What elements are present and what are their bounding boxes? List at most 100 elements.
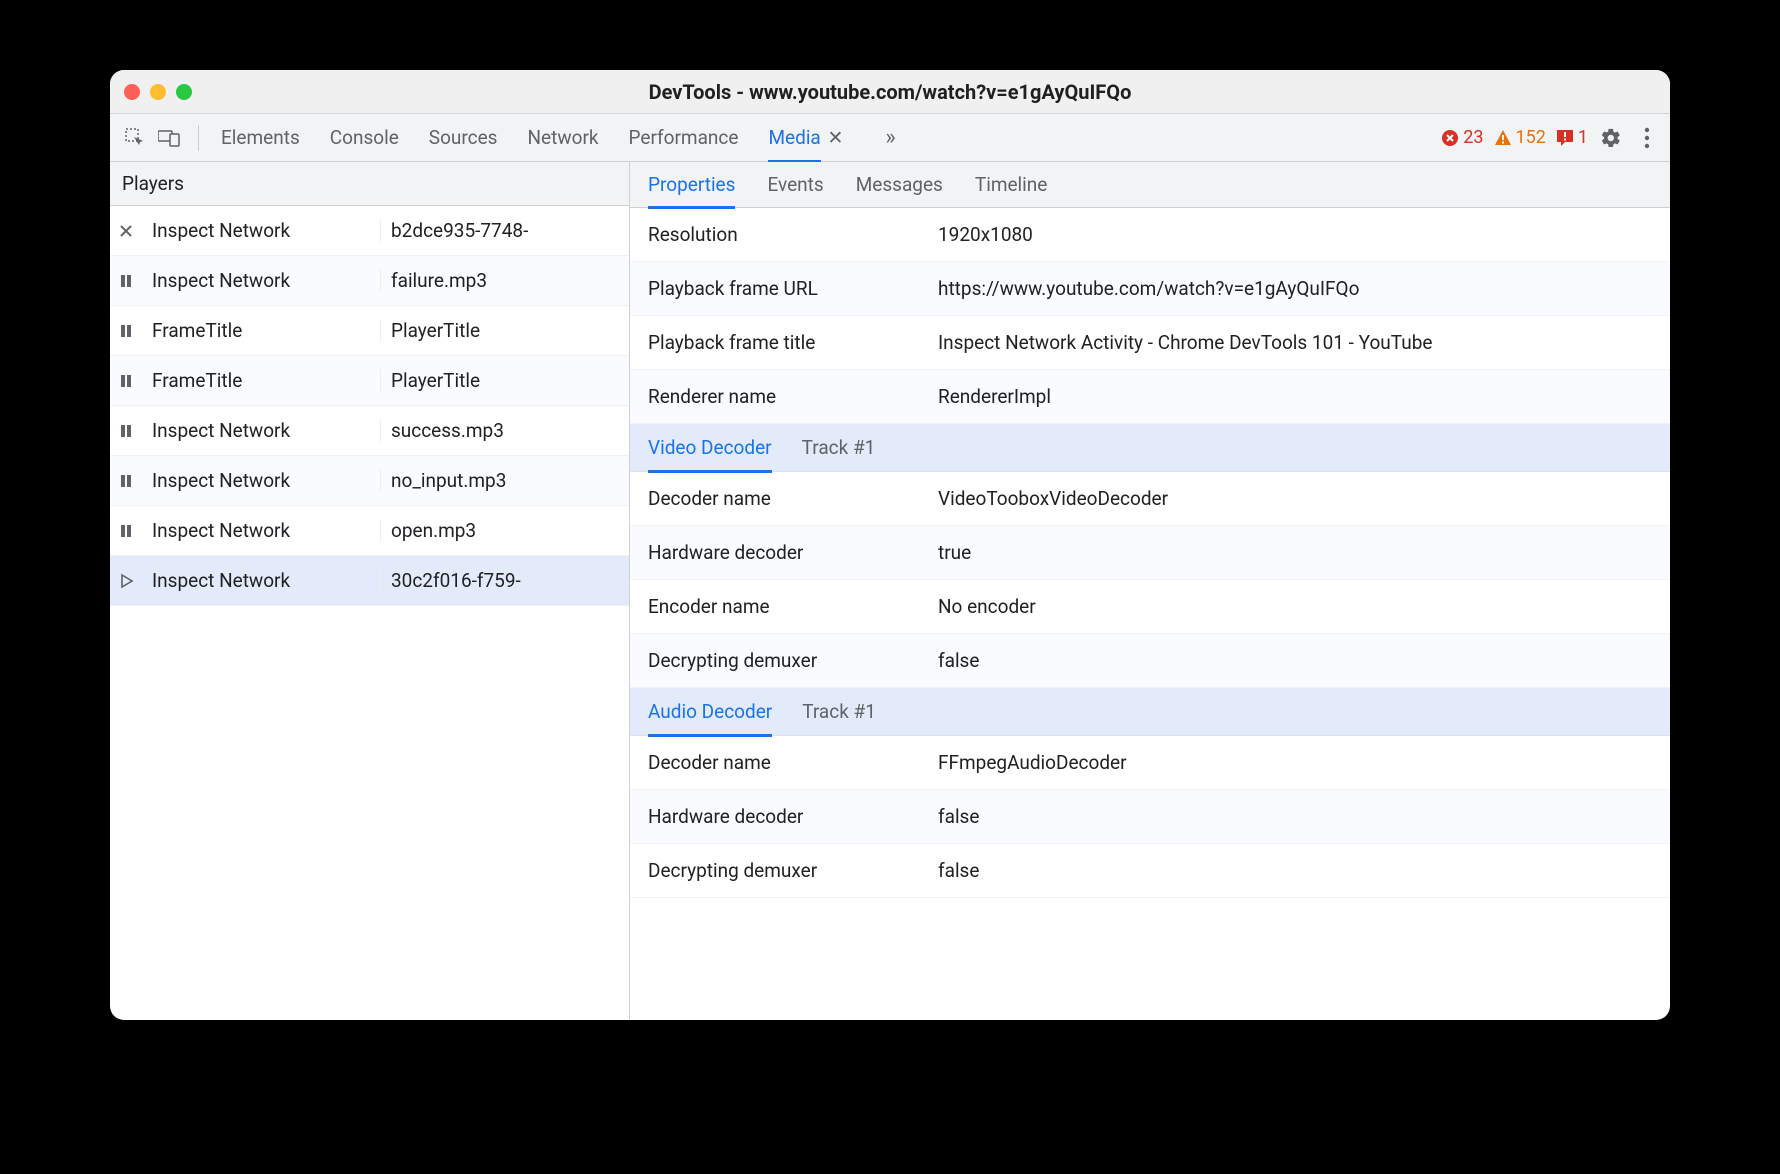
property-row: Decrypting demuxerfalse: [630, 844, 1670, 898]
property-value: VideoTooboxVideoDecoder: [938, 487, 1652, 510]
video-track-label[interactable]: Track #1: [802, 436, 876, 459]
player-row[interactable]: Inspect Networksuccess.mp3: [110, 406, 629, 456]
pause-icon: [118, 523, 144, 539]
property-row: Hardware decoderfalse: [630, 790, 1670, 844]
close-icon: [118, 223, 144, 239]
property-row: Renderer nameRendererImpl: [630, 370, 1670, 424]
player-frame-label: Inspect Network: [152, 519, 372, 542]
property-key: Decoder name: [648, 751, 938, 774]
property-key: Decrypting demuxer: [648, 859, 938, 882]
property-row: Playback frame URLhttps://www.youtube.co…: [630, 262, 1670, 316]
main-toolbar: Elements Console Sources Network Perform…: [110, 114, 1670, 162]
property-value: No encoder: [938, 595, 1652, 618]
tab-performance[interactable]: Performance: [629, 126, 739, 149]
traffic-lights: [124, 84, 192, 100]
tab-sources[interactable]: Sources: [429, 126, 498, 149]
player-row[interactable]: Inspect Network open.mp3: [110, 506, 629, 556]
panel-body: Players Inspect Networkb2dce935-7748-Ins…: [110, 162, 1670, 1020]
player-row[interactable]: FrameTitle PlayerTitle: [110, 356, 629, 406]
window-title: DevTools - www.youtube.com/watch?v=e1gAy…: [110, 80, 1670, 104]
property-row: Decrypting demuxerfalse: [630, 634, 1670, 688]
player-title-label: PlayerTitle: [380, 319, 621, 342]
property-row: Decoder nameFFmpegAudioDecoder: [630, 736, 1670, 790]
property-row: Hardware decodertrue: [630, 526, 1670, 580]
toolbar-divider: [198, 125, 199, 151]
audio-track-label[interactable]: Track #1: [802, 700, 876, 723]
property-key: Resolution: [648, 223, 938, 246]
property-row: Encoder nameNo encoder: [630, 580, 1670, 634]
property-value: FFmpegAudioDecoder: [938, 751, 1652, 774]
inspect-element-icon[interactable]: [120, 123, 150, 153]
error-count[interactable]: 23: [1441, 127, 1483, 148]
more-options-icon[interactable]: [1634, 127, 1660, 149]
play-icon: [118, 573, 144, 589]
property-value: Inspect Network Activity - Chrome DevToo…: [938, 331, 1652, 354]
audio-decoder-rows: Decoder nameFFmpegAudioDecoderHardware d…: [630, 736, 1670, 898]
subtab-properties[interactable]: Properties: [648, 173, 735, 209]
video-decoder-tab[interactable]: Video Decoder: [648, 436, 772, 473]
more-tabs-icon[interactable]: »: [885, 125, 895, 150]
error-icon: [1441, 129, 1459, 147]
tab-network[interactable]: Network: [527, 126, 598, 149]
property-value: 1920x1080: [938, 223, 1652, 246]
toolbar-right: 23 152 1: [1441, 127, 1660, 149]
audio-decoder-tab[interactable]: Audio Decoder: [648, 700, 772, 737]
maximize-window-icon[interactable]: [176, 84, 192, 100]
audio-decoder-header: Audio Decoder Track #1: [630, 688, 1670, 736]
player-frame-label: Inspect Network: [152, 419, 372, 442]
player-row[interactable]: FrameTitlePlayerTitle: [110, 306, 629, 356]
devtools-window: DevTools - www.youtube.com/watch?v=e1gAy…: [110, 70, 1670, 1020]
video-decoder-header: Video Decoder Track #1: [630, 424, 1670, 472]
tab-console[interactable]: Console: [330, 126, 399, 149]
property-value: false: [938, 805, 1652, 828]
warning-count-value: 152: [1516, 127, 1546, 148]
detail-panel: Properties Events Messages Timeline Reso…: [630, 162, 1670, 1020]
property-value: true: [938, 541, 1652, 564]
players-heading: Players: [110, 162, 629, 206]
player-frame-label: FrameTitle: [152, 369, 372, 392]
property-key: Hardware decoder: [648, 805, 938, 828]
player-title-label: PlayerTitle: [380, 369, 621, 392]
minimize-window-icon[interactable]: [150, 84, 166, 100]
property-value: https://www.youtube.com/watch?v=e1gAyQuI…: [938, 277, 1652, 300]
player-title-label: no_input.mp3: [380, 469, 621, 492]
player-frame-label: Inspect Network: [152, 469, 372, 492]
player-frame-label: Inspect Network: [152, 569, 372, 592]
settings-icon[interactable]: [1598, 127, 1624, 149]
property-key: Encoder name: [648, 595, 938, 618]
property-value: false: [938, 649, 1652, 672]
player-row[interactable]: Inspect Network no_input.mp3: [110, 456, 629, 506]
detail-subtabs: Properties Events Messages Timeline: [630, 162, 1670, 208]
pause-icon: [118, 273, 144, 289]
property-key: Playback frame title: [648, 331, 938, 354]
property-key: Decrypting demuxer: [648, 649, 938, 672]
player-row[interactable]: Inspect Networkb2dce935-7748-: [110, 206, 629, 256]
close-window-icon[interactable]: [124, 84, 140, 100]
property-key: Renderer name: [648, 385, 938, 408]
property-row: Decoder nameVideoTooboxVideoDecoder: [630, 472, 1670, 526]
close-tab-icon[interactable]: ✕: [828, 126, 844, 149]
property-value: RendererImpl: [938, 385, 1652, 408]
subtab-messages[interactable]: Messages: [856, 173, 943, 196]
warning-count[interactable]: 152: [1494, 127, 1546, 148]
player-row[interactable]: Inspect Network30c2f016-f759-: [110, 556, 629, 606]
video-decoder-rows: Decoder nameVideoTooboxVideoDecoderHardw…: [630, 472, 1670, 688]
player-frame-label: Inspect Network: [152, 219, 372, 242]
tab-elements[interactable]: Elements: [221, 126, 300, 149]
property-row: Resolution1920x1080: [630, 208, 1670, 262]
issue-count[interactable]: 1: [1556, 127, 1588, 148]
issue-count-value: 1: [1578, 127, 1588, 148]
property-key: Hardware decoder: [648, 541, 938, 564]
tab-media[interactable]: Media: [768, 126, 820, 163]
players-panel: Players Inspect Networkb2dce935-7748-Ins…: [110, 162, 630, 1020]
property-key: Playback frame URL: [648, 277, 938, 300]
titlebar: DevTools - www.youtube.com/watch?v=e1gAy…: [110, 70, 1670, 114]
subtab-timeline[interactable]: Timeline: [975, 173, 1048, 196]
player-frame-label: Inspect Network: [152, 269, 372, 292]
player-row[interactable]: Inspect Network failure.mp3: [110, 256, 629, 306]
device-toggle-icon[interactable]: [154, 123, 184, 153]
player-title-label: failure.mp3: [380, 269, 621, 292]
player-title-label: open.mp3: [380, 519, 621, 542]
properties-top: Resolution1920x1080Playback frame URLhtt…: [630, 208, 1670, 424]
subtab-events[interactable]: Events: [767, 173, 823, 196]
